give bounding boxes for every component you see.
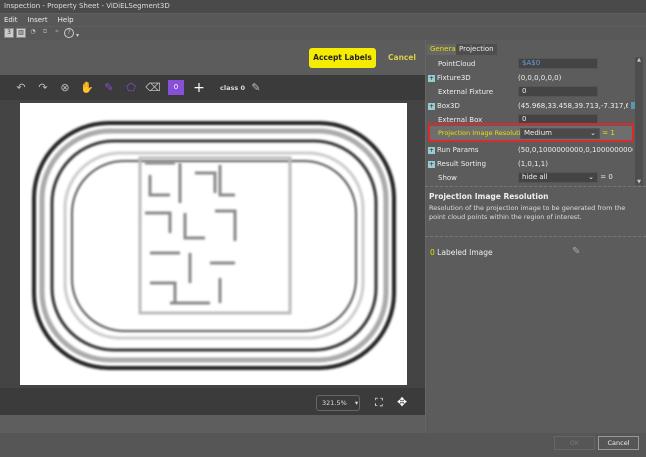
dialog-footer <box>0 433 646 457</box>
chevron-down-icon: ⌄ <box>588 173 594 181</box>
property-row: +Run Params(50,0,1000000000,0,1000000000… <box>428 145 633 154</box>
expand-icon[interactable]: + <box>428 160 435 168</box>
pan-hand-icon[interactable]: ✋ <box>76 81 98 94</box>
edit-class-icon[interactable]: ✎ <box>245 81 267 94</box>
title-bar: Inspection - Property Sheet - ViDiELSegm… <box>0 0 646 13</box>
accept-labels-button[interactable]: Accept Labels <box>309 48 376 68</box>
eraser-icon[interactable]: ⌫ <box>142 81 164 94</box>
clear-icon[interactable]: ⊗ <box>54 81 76 94</box>
canvas-bottom-bar <box>0 388 425 415</box>
ok-button[interactable]: OK <box>554 436 595 450</box>
add-class-button[interactable]: + <box>188 80 210 96</box>
grid-icon[interactable]: ▥ <box>16 28 26 38</box>
brush-icon[interactable]: ✎ <box>98 81 120 94</box>
description-title: Projection Image Resolution <box>429 192 549 201</box>
toolbar: 3 ▥ ◔ ⧉ ⌗ ? ▾ <box>0 27 646 40</box>
toolbar-overflow-icon[interactable]: ▾ <box>76 32 79 39</box>
property-row: + Fixture3D (0,0,0,0,0,0) <box>428 73 562 82</box>
property-row: +Box3D(45.968,33.458,39.713,-7.317,60.4.… <box>428 99 638 112</box>
undo-icon[interactable]: ↶ <box>10 81 32 94</box>
description-text: Resolution of the projection image to be… <box>429 204 626 221</box>
menu-bar: Edit Insert Help <box>0 14 646 26</box>
external-fixture-input[interactable]: 0 <box>518 86 598 97</box>
projection-image[interactable] <box>20 103 407 385</box>
expand-icon[interactable]: + <box>428 102 435 110</box>
class-count-badge[interactable]: 0 <box>168 80 184 95</box>
cancel-labels-button[interactable]: Cancel <box>388 48 416 68</box>
zoom-value: 321.5% <box>322 399 347 407</box>
zoom-level-select[interactable]: 321.5% ▾ <box>316 395 360 411</box>
pan-move-icon[interactable]: ✥ <box>397 395 407 409</box>
menu-help[interactable]: Help <box>58 16 74 24</box>
highlight-box <box>428 123 634 142</box>
fit-to-view-icon[interactable]: ⛶ <box>375 396 383 410</box>
menu-insert[interactable]: Insert <box>28 16 48 24</box>
help-icon[interactable]: ? <box>64 28 74 38</box>
camera-icon[interactable]: ◔ <box>28 28 38 38</box>
region-icon[interactable]: ⧉ <box>40 28 50 38</box>
labeled-image-row: 0 Labeled Image <box>430 248 493 257</box>
polygon-icon[interactable]: ⬠ <box>120 81 142 94</box>
menu-edit[interactable]: Edit <box>4 16 18 24</box>
expand-icon[interactable]: + <box>428 146 435 154</box>
fit-icon[interactable]: ⌗ <box>52 28 62 38</box>
class-name[interactable]: class 0 <box>220 84 245 92</box>
show-select[interactable]: hide all ⌄ <box>518 172 598 183</box>
3d-view-icon[interactable]: 3 <box>4 28 14 38</box>
edit-pencil-icon[interactable]: ✎ <box>572 246 580 257</box>
property-row: External Fixture 0 <box>428 85 633 98</box>
property-scrollbar[interactable]: ▲ ▼ <box>635 57 643 185</box>
pointcloud-input[interactable]: $A$0 <box>518 58 598 69</box>
property-row: Show hide all ⌄ = 0 <box>438 172 613 183</box>
tab-projection[interactable]: Projection <box>456 44 497 55</box>
cancel-button[interactable]: Cancel <box>598 436 639 450</box>
redo-icon[interactable]: ↷ <box>32 81 54 94</box>
property-row: + Result Sorting (1,0,1,1) <box>428 159 548 168</box>
expand-icon[interactable]: + <box>428 74 435 82</box>
chevron-down-icon: ▾ <box>354 399 359 407</box>
property-row: PointCloud $A$0 <box>428 57 633 70</box>
editor-toolbar: ↶ ↷ ⊗ ✋ ✎ ⬠ ⌫ 0 + class 0 ✎ <box>0 75 425 100</box>
